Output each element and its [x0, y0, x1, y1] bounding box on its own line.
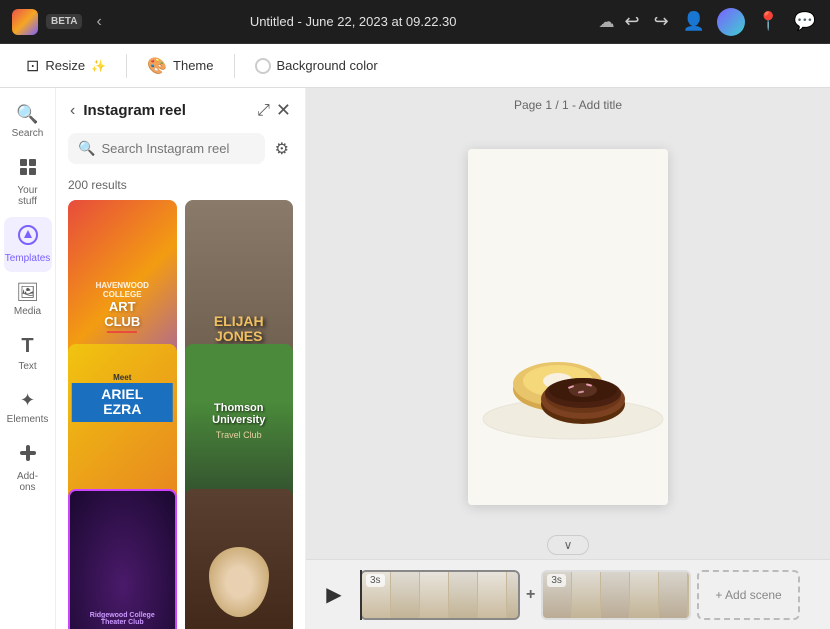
add-scene-button[interactable]: + Add scene	[697, 570, 799, 620]
topbar: BETA ‹ Untitled - June 22, 2023 at 09.22…	[0, 0, 830, 44]
your-stuff-icon	[18, 157, 38, 182]
template-panel: ‹ Instagram reel ⤢ ✕ 🔍 ⚙ 200 results	[56, 88, 306, 629]
main-content: 🔍 Search Your stuff Templates 🖼 Media T …	[0, 88, 830, 629]
search-icon: 🔍	[16, 104, 38, 125]
panel-search: 🔍 ⚙	[56, 133, 305, 174]
sidebar-your-stuff-label: Your stuff	[10, 185, 46, 207]
timeline-playhead	[360, 570, 362, 620]
theme-label: Theme	[173, 58, 213, 73]
canvas-area: Page 1 / 1 - Add title	[306, 88, 830, 629]
canvas	[468, 149, 668, 505]
resize-icon: ⊡	[26, 56, 39, 76]
location-button[interactable]: 📍	[755, 9, 781, 34]
sidebar-item-templates[interactable]: Templates	[4, 217, 52, 272]
page-label[interactable]: Page 1 / 1 - Add title	[306, 88, 830, 122]
magic-icon: ✨	[91, 59, 106, 73]
template-grid: HAVENWOOD COLLEGE ART CLUB ▶ ELIJAHJONES…	[56, 200, 305, 629]
comments-button[interactable]: 💬	[792, 9, 818, 34]
panel-title: Instagram reel	[83, 102, 249, 119]
filter-button[interactable]: ⚙	[271, 135, 293, 163]
sidebar-media-label: Media	[14, 306, 41, 317]
toolbar: ⊡ Resize ✨ 🎨 Theme Background color	[0, 44, 830, 88]
panel-close-button[interactable]: ✕	[276, 100, 291, 121]
panel-header: ‹ Instagram reel ⤢ ✕	[56, 88, 305, 133]
sidebar-item-your-stuff[interactable]: Your stuff	[4, 149, 52, 215]
scene-connector: +	[526, 586, 535, 604]
play-button[interactable]: ▶	[318, 579, 350, 611]
avatar[interactable]	[717, 8, 745, 36]
sidebar-icons: 🔍 Search Your stuff Templates 🖼 Media T …	[0, 88, 56, 629]
scene-block-1[interactable]: 3s	[360, 570, 520, 620]
panel-back-button[interactable]: ‹	[70, 102, 75, 120]
panel-header-actions: ⤢ ✕	[257, 100, 291, 121]
search-input[interactable]	[101, 141, 254, 156]
sidebar-item-search[interactable]: 🔍 Search	[4, 96, 52, 147]
back-nav-button[interactable]: ‹	[90, 11, 107, 33]
nav-buttons: ‹	[90, 11, 107, 33]
resize-label: Resize	[45, 58, 85, 73]
beta-badge: BETA	[46, 14, 82, 29]
add-ons-icon	[18, 443, 38, 468]
timeline: ▶ 3s +	[306, 559, 830, 629]
background-color-button[interactable]: Background color	[243, 52, 390, 80]
elements-icon: ✦	[20, 390, 35, 411]
toolbar-divider-1	[126, 54, 127, 78]
timeline-track: 3s + 3s	[360, 570, 818, 620]
canvas-content	[468, 149, 668, 505]
canva-logo	[12, 9, 38, 35]
templates-icon	[18, 225, 38, 250]
theme-icon: 🎨	[147, 56, 167, 76]
canvas-wrapper[interactable]	[306, 122, 830, 531]
cloud-sync-icon: ☁	[599, 12, 615, 32]
search-input-icon: 🔍	[78, 140, 95, 157]
scene-2-duration: 3s	[547, 574, 566, 587]
sidebar-item-media[interactable]: 🖼 Media	[4, 274, 52, 325]
media-icon: 🖼	[16, 282, 39, 303]
sidebar-add-ons-label: Add-ons	[10, 471, 46, 493]
background-color-icon	[255, 58, 271, 74]
text-icon: T	[21, 335, 33, 358]
topbar-actions: ↩ ↪ 👤 📍 💬	[623, 8, 818, 36]
sidebar-search-label: Search	[12, 128, 44, 139]
donut-illustration	[468, 149, 668, 505]
theme-button[interactable]: 🎨 Theme	[135, 50, 225, 82]
results-count: 200 results	[56, 174, 305, 200]
undo-button[interactable]: ↩	[623, 9, 642, 34]
resize-button[interactable]: ⊡ Resize ✨	[14, 50, 118, 82]
sidebar-item-elements[interactable]: ✦ Elements	[4, 382, 52, 433]
template-card[interactable]: Ridgewood CollegeTheater Club SHOWSTOPPE…	[68, 489, 177, 629]
sidebar-text-label: Text	[18, 361, 36, 372]
scene-block-2[interactable]: 3s	[541, 570, 691, 620]
panel-expand-button[interactable]: ⤢	[257, 100, 270, 121]
background-color-label: Background color	[277, 58, 378, 73]
template-card[interactable]	[185, 489, 294, 629]
sidebar-templates-label: Templates	[5, 253, 51, 264]
toolbar-divider-2	[234, 54, 235, 78]
timeline-toggle[interactable]: ∨	[306, 531, 830, 559]
timeline-collapse-button[interactable]: ∨	[547, 535, 590, 555]
document-title[interactable]: Untitled - June 22, 2023 at 09.22.30	[116, 14, 591, 29]
scene-1-thumbnails	[362, 572, 518, 618]
redo-button[interactable]: ↪	[652, 9, 671, 34]
sidebar-elements-label: Elements	[7, 414, 49, 425]
sidebar-item-add-ons[interactable]: Add-ons	[4, 435, 52, 501]
share-button[interactable]: 👤	[681, 9, 707, 34]
sidebar-item-text[interactable]: T Text	[4, 327, 52, 380]
scene-1-duration: 3s	[366, 574, 385, 587]
